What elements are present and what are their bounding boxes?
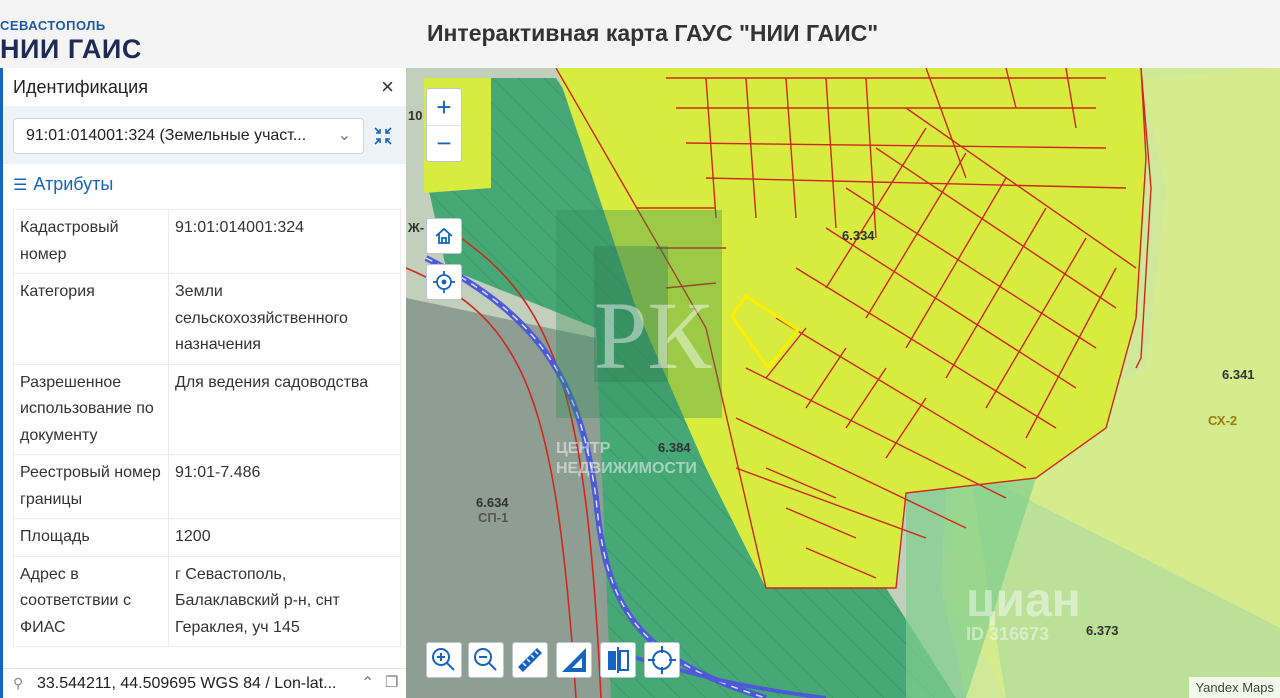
- attributes-heading-label: Атрибуты: [33, 174, 114, 194]
- logo-city: СЕВАСТОПОЛЬ: [0, 18, 106, 33]
- zoom-in-button[interactable]: + −: [426, 88, 462, 162]
- map-canvas[interactable]: РК ЦЕНТР НЕДВИЖИМОСТИ циан ID 316673: [406, 68, 1280, 698]
- watermark-line1: ЦЕНТР: [556, 440, 611, 457]
- panel-header: Идентификация ×: [3, 68, 406, 107]
- zoom-in-label: +: [436, 92, 452, 122]
- zoom-area-out-button[interactable]: [468, 642, 504, 678]
- attribute-key: Реестровый номер границы: [13, 454, 169, 519]
- attribute-key: Категория: [13, 273, 169, 365]
- table-row: Площадь 1200: [13, 518, 401, 557]
- target-icon: [648, 646, 676, 674]
- split-view-icon: [608, 647, 629, 673]
- table-row: Адрес в соответствии с ФИАС г Севастополь…: [13, 555, 401, 647]
- attributes-heading[interactable]: ☰ Атрибуты: [13, 174, 113, 195]
- split-compare-button[interactable]: [600, 642, 636, 678]
- zone-label: СХ-2: [1208, 413, 1238, 428]
- feature-select-row: 91:01:014001:324 (Земельные участ... ⌄: [3, 106, 406, 164]
- zone-label: 6.373: [1086, 623, 1119, 638]
- zone-label: 6.634: [476, 495, 509, 510]
- cian-watermark-brand: циан: [966, 574, 1081, 627]
- cian-watermark-id: ID 316673: [966, 624, 1049, 644]
- triangle-ruler-icon: [562, 648, 586, 672]
- logo-name: НИИ ГАИС: [0, 34, 142, 64]
- watermark-monogram: РК: [594, 282, 712, 389]
- app-header: СЕВАСТОПОЛЬ НИИ ГАИС Интерактивная карта…: [0, 0, 1280, 69]
- collapse-icon[interactable]: [373, 126, 393, 146]
- ruler-icon: [518, 648, 542, 672]
- zoom-out-label: −: [427, 125, 461, 160]
- magnify-minus-icon: [474, 648, 497, 671]
- map-view[interactable]: РК ЦЕНТР НЕДВИЖИМОСТИ циан ID 316673 6.3…: [406, 68, 1280, 698]
- go-to-coordinates-button[interactable]: [644, 642, 680, 678]
- table-row: Разрешенное использование по документу Дл…: [13, 363, 401, 455]
- watermark-line2: НЕДВИЖИМОСТИ: [556, 460, 697, 477]
- attribute-key: Кадастровый номер: [13, 209, 169, 274]
- panel-title: Идентификация: [13, 77, 148, 97]
- list-icon: ☰: [13, 177, 28, 194]
- magnify-plus-icon: [432, 648, 455, 671]
- zoom-area-in-button[interactable]: [426, 642, 462, 678]
- map-attribution[interactable]: Yandex Maps: [1189, 677, 1280, 698]
- coordinates-readout: 33.544211, 44.509695 WGS 84 / Lon-lat...: [37, 675, 337, 692]
- measure-area-button[interactable]: [556, 642, 592, 678]
- home-button[interactable]: [426, 218, 462, 254]
- feature-select-value: 91:01:014001:324 (Земельные участ...: [26, 127, 307, 144]
- attribute-value: Земли сельскохозяйственного назначения: [168, 273, 401, 365]
- table-row: Кадастровый номер 91:01:014001:324: [13, 209, 401, 274]
- locate-button[interactable]: [426, 264, 462, 300]
- zone-label: Ж-: [408, 220, 425, 235]
- attribute-value: 1200: [168, 518, 401, 557]
- attribute-value: Для ведения садоводства: [168, 363, 401, 455]
- location-pin-icon: ⚲: [13, 675, 24, 691]
- copy-icon[interactable]: ❐: [385, 673, 398, 691]
- identification-panel: Идентификация × 91:01:014001:324 (Земель…: [0, 68, 406, 698]
- close-button[interactable]: ×: [381, 74, 394, 100]
- zone-label: 6.334: [842, 228, 875, 243]
- chevron-down-icon: ⌄: [337, 127, 351, 144]
- zone-label: 10: [408, 108, 423, 123]
- crosshair-icon: [433, 271, 455, 293]
- coordinates-bar: ⚲ 33.544211, 44.509695 WGS 84 / Lon-lat.…: [3, 668, 406, 698]
- table-row: Категория Земли сельскохозяйственного наз…: [13, 273, 401, 365]
- attributes-table: Кадастровый номер 91:01:014001:324 Катего…: [13, 209, 401, 647]
- feature-select[interactable]: 91:01:014001:324 (Земельные участ... ⌄: [13, 118, 364, 154]
- home-icon: [435, 227, 453, 244]
- chevron-up-icon[interactable]: ⌃: [361, 673, 374, 693]
- zone-label: СП-1: [478, 510, 509, 525]
- attribute-key: Площадь: [13, 518, 169, 557]
- attribute-key: Адрес в соответствии с ФИАС: [13, 555, 169, 647]
- attribute-key: Разрешенное использование по документу: [13, 363, 169, 455]
- measure-distance-button[interactable]: [512, 642, 548, 678]
- attribute-value: г Севастополь, Балаклавский р-н, снт Гер…: [168, 555, 401, 647]
- attribute-value: 91:01:014001:324: [168, 209, 401, 274]
- table-row: Реестровый номер границы 91:01-7.486: [13, 454, 401, 519]
- page-title: Интерактивная карта ГАУС "НИИ ГАИС": [427, 20, 879, 46]
- attribute-value: 91:01-7.486: [168, 454, 401, 519]
- zone-label: 6.384: [658, 440, 691, 455]
- zone-label: 6.341: [1222, 367, 1255, 382]
